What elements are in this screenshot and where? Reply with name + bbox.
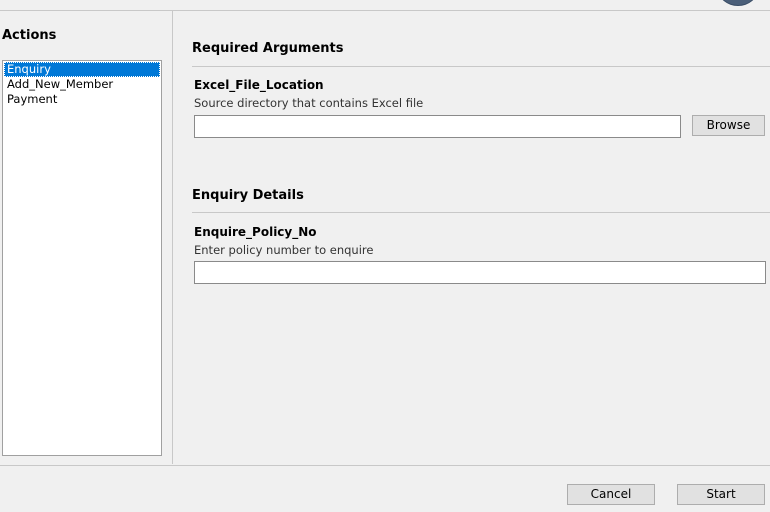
browse-button[interactable]: Browse (692, 115, 765, 136)
actions-title: Actions (2, 28, 57, 43)
actions-item-add-new-member[interactable]: Add_New_Member (4, 77, 160, 92)
actions-list[interactable]: Enquiry Add_New_Member Payment (2, 60, 162, 456)
app-logo-icon (718, 0, 758, 6)
start-button[interactable]: Start (677, 484, 765, 505)
excel-file-location-input[interactable] (194, 115, 681, 138)
required-arguments-title: Required Arguments (192, 41, 344, 56)
required-arguments-divider (192, 66, 770, 67)
actions-item-enquiry[interactable]: Enquiry (4, 62, 160, 77)
enquiry-details-divider (192, 212, 770, 213)
excel-file-location-description: Source directory that contains Excel fil… (194, 96, 424, 110)
enquire-policy-no-description: Enter policy number to enquire (194, 243, 374, 257)
arguments-panel: Required Arguments Excel_File_Location S… (173, 11, 770, 465)
dialog-window: Actions Enquiry Add_New_Member Payment R… (0, 0, 770, 512)
actions-item-payment[interactable]: Payment (4, 92, 160, 107)
footer-divider (0, 465, 770, 466)
enquire-policy-no-input[interactable] (194, 261, 766, 284)
actions-panel: Actions Enquiry Add_New_Member Payment (0, 11, 172, 465)
enquiry-details-title: Enquiry Details (192, 188, 304, 203)
enquire-policy-no-label: Enquire_Policy_No (194, 225, 317, 239)
cancel-button[interactable]: Cancel (567, 484, 655, 505)
excel-file-location-label: Excel_File_Location (194, 78, 324, 92)
